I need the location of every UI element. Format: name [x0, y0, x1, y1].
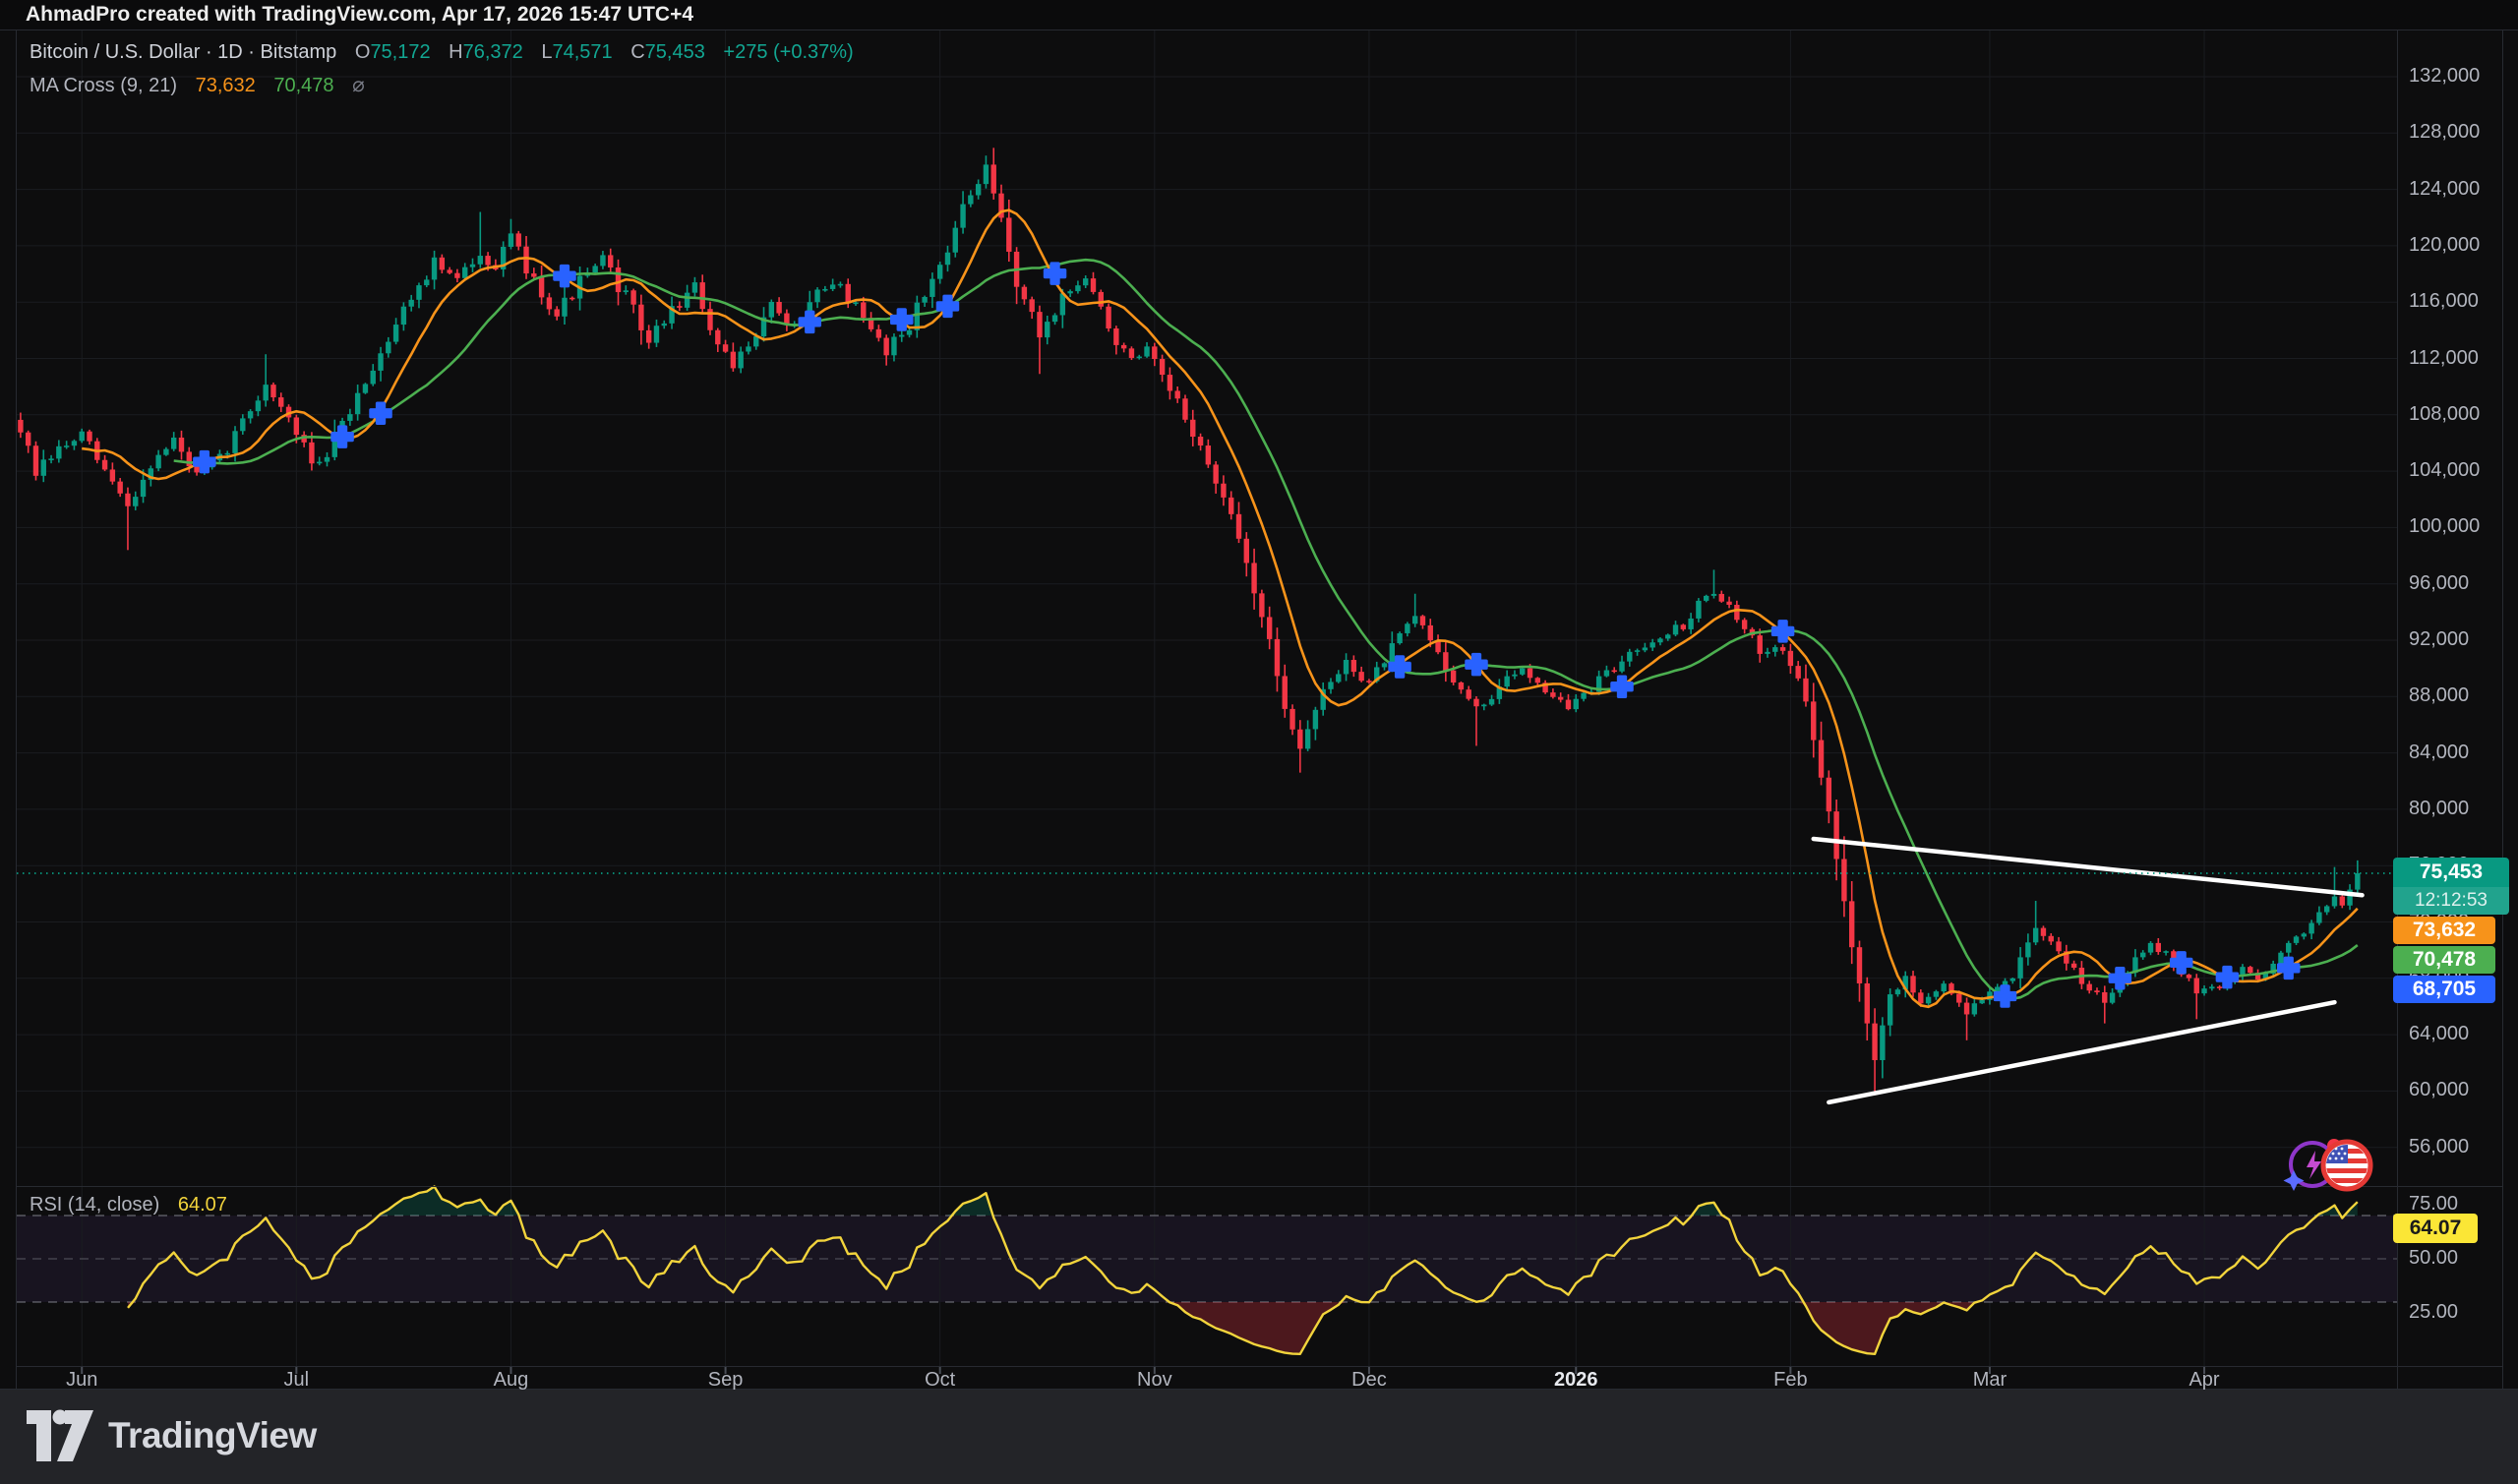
symbol-legend-row[interactable]: Bitcoin / U.S. Dollar · 1D · Bitstamp O7… [30, 41, 854, 64]
time-axis-month-label: Dec [1351, 1369, 1387, 1391]
time-axis-month-label: Nov [1137, 1369, 1172, 1391]
tradingview-logo-icon [27, 1409, 93, 1461]
last-price-value: 75,453 [2419, 861, 2484, 883]
corner-icons[interactable] [2280, 1133, 2378, 1194]
change-value: +275 (+0.37%) [723, 41, 854, 63]
time-axis-month-label: 2026 [1554, 1369, 1598, 1391]
price-axis-label: 92,000 [2409, 628, 2470, 650]
low-value: 74,571 [552, 41, 613, 63]
tradingview-logo[interactable]: TradingView [26, 1409, 317, 1462]
last-price-tag: 75,453 12:12:53 [2393, 858, 2509, 915]
high-label: H [449, 41, 463, 63]
ma-cross-legend-row[interactable]: MA Cross (9, 21) 73,632 70,478 ⌀ [30, 73, 365, 97]
rsi-value-tag: 64.07 [2393, 1214, 2478, 1243]
open-value: 75,172 [370, 41, 431, 63]
ma-slow-price-tag: 70,478 [2393, 946, 2495, 974]
price-axis-label: 108,000 [2409, 402, 2481, 425]
time-axis-month-label: Mar [1972, 1369, 2008, 1391]
footer-brand-text: TradingView [108, 1415, 317, 1455]
ma-cross-label: MA Cross (9, 21) [30, 75, 178, 96]
price-axis-label: 84,000 [2409, 741, 2470, 763]
price-axis-label: 124,000 [2409, 177, 2481, 200]
low-label: L [541, 41, 553, 63]
empty-set-icon[interactable]: ⌀ [352, 74, 365, 96]
chart-canvas[interactable] [0, 0, 2518, 1484]
close-label: C [630, 41, 645, 63]
high-value: 76,372 [462, 41, 523, 63]
rsi-axis-label: 50.00 [2409, 1247, 2459, 1269]
time-axis-month-label: Jun [66, 1369, 98, 1391]
rsi-label: RSI (14, close) [30, 1194, 160, 1216]
price-axis-label: 64,000 [2409, 1023, 2470, 1045]
footer-bar: TradingView [0, 1390, 2518, 1484]
price-axis-label: 104,000 [2409, 459, 2481, 482]
price-axis-label: 60,000 [2409, 1079, 2470, 1101]
ma-cross-price-tag: 68,705 [2393, 976, 2495, 1003]
time-axis-month-label: Sep [707, 1369, 744, 1391]
lightning-icon [2307, 1151, 2321, 1179]
close-value: 75,453 [644, 41, 705, 63]
price-axis-label: 56,000 [2409, 1135, 2470, 1158]
us-flag-icon[interactable] [2320, 1139, 2373, 1192]
time-axis-month-label: Oct [925, 1369, 956, 1391]
price-axis-label: 100,000 [2409, 515, 2481, 538]
rsi-value: 64.07 [177, 1194, 227, 1216]
price-axis-label: 112,000 [2409, 346, 2479, 369]
price-axis-label: 80,000 [2409, 797, 2470, 819]
open-label: O [354, 41, 371, 63]
sparkle-icon [2283, 1170, 2305, 1191]
rsi-axis-label: 75.00 [2409, 1193, 2459, 1215]
symbol-title: Bitcoin / U.S. Dollar · 1D · Bitstamp [30, 41, 337, 63]
price-axis-label: 88,000 [2409, 684, 2470, 707]
price-axis-label: 96,000 [2409, 571, 2470, 594]
ma-slow-value: 70,478 [273, 75, 334, 96]
price-axis-label: 128,000 [2409, 121, 2481, 144]
time-axis-month-label: Feb [1773, 1369, 1808, 1391]
bar-countdown: 12:12:53 [2393, 887, 2509, 915]
time-axis-month-label: Apr [2188, 1369, 2220, 1391]
rsi-axis-label: 25.00 [2409, 1301, 2459, 1323]
time-axis-month-label: Aug [493, 1369, 529, 1391]
price-axis-label: 120,000 [2409, 233, 2481, 256]
time-axis-month-label: Jul [283, 1369, 310, 1391]
rsi-legend-row[interactable]: RSI (14, close) 64.07 [30, 1194, 227, 1217]
price-axis-label: 116,000 [2409, 290, 2479, 313]
price-axis-label: 132,000 [2409, 65, 2481, 87]
tradingview-share-image: AhmadPro created with TradingView.com, A… [0, 0, 2518, 1484]
ma-fast-price-tag: 73,632 [2393, 917, 2495, 944]
ma-fast-value: 73,632 [195, 75, 256, 96]
